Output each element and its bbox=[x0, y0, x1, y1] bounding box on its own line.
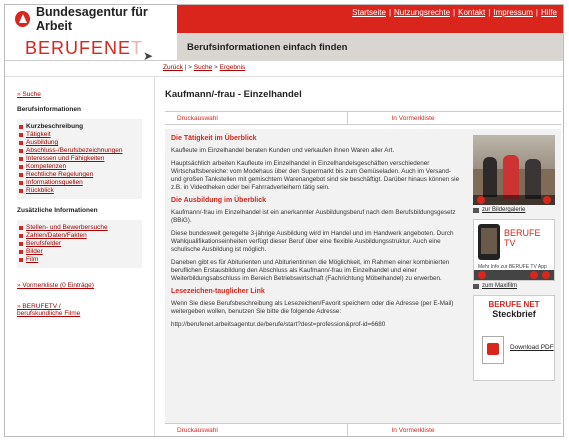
print-selection-link[interactable]: Druckauswahl bbox=[165, 424, 347, 436]
breadcrumb-bar: Zurück | > Suche > Ergebnis bbox=[5, 61, 563, 77]
pdf-icon[interactable] bbox=[482, 336, 504, 364]
topnav-impressum[interactable]: Impressum bbox=[493, 8, 533, 17]
sidebar: Suche Berufsinformationen Kurzbeschreibu… bbox=[5, 77, 155, 436]
paragraph: Hauptsächlich arbeiten Kaufleute im Einz… bbox=[171, 160, 460, 191]
breadcrumb: Zurück | > Suche > Ergebnis bbox=[163, 64, 246, 71]
sidebar-item-interessen[interactable]: Interessen und Fähigkeiten bbox=[19, 155, 140, 163]
action-bar-top: Druckauswahl In Vormerkliste bbox=[165, 111, 561, 125]
next-icon[interactable] bbox=[543, 196, 551, 204]
paragraph: Diese bundesweit geregelte 3-jährige Aus… bbox=[171, 230, 454, 253]
berufetv-logo: BERUFE TV bbox=[504, 228, 541, 248]
gallery-link[interactable]: zur Bildergalerie bbox=[473, 207, 555, 213]
agency-logo-icon bbox=[15, 11, 30, 27]
sidebar-item-rueckblick[interactable]: Rückblick bbox=[19, 187, 140, 195]
sidebar-list-zusaetzliche: Stellen- und Bewerbersuche Zahlen/Daten/… bbox=[17, 220, 142, 268]
sidebar-item-rechtliche-regelungen[interactable]: Rechtliche Regelungen bbox=[19, 171, 140, 179]
agency-logo[interactable]: Bundesagentur für Arbeit bbox=[5, 5, 177, 33]
sidebar-item-zahlen[interactable]: Zahlen/Daten/Fakten bbox=[19, 232, 140, 240]
agency-name: Bundesagentur für Arbeit bbox=[35, 5, 148, 33]
berufetv-promo[interactable]: BERUFE TV Mehr Info zur BERUFE TV App bbox=[473, 219, 555, 281]
sidebar-berufetv-link-line2[interactable]: berufskundliche Filme bbox=[17, 310, 154, 317]
page-title: Kaufmann/-frau - Einzelhandel bbox=[165, 89, 302, 100]
action-bar-bottom: Druckauswahl In Vormerkliste bbox=[165, 423, 562, 436]
camera-icon bbox=[473, 207, 479, 213]
film-icon bbox=[473, 283, 479, 289]
previous-icon[interactable] bbox=[477, 196, 485, 204]
top-navigation: Startseite | Nutzungsrechte | Kontakt | … bbox=[177, 5, 563, 33]
page-header: Bundesagentur für Arbeit Startseite | Nu… bbox=[5, 5, 563, 77]
sidebar-section-zusaetzliche: Zusätzliche Informationen bbox=[17, 207, 98, 214]
sidebar-item-bilder[interactable]: Bilder bbox=[19, 248, 140, 256]
sidebar-section-berufsinformationen: Berufsinformationen bbox=[17, 106, 81, 113]
phone-icon bbox=[478, 224, 500, 260]
topnav-nutzungsrechte[interactable]: Nutzungsrechte bbox=[394, 8, 450, 17]
steckbrief-box: BERUFE NET Steckbrief Download PDF bbox=[473, 295, 555, 381]
print-selection-link[interactable]: Druckauswahl bbox=[165, 112, 347, 124]
add-watchlist-link[interactable]: In Vormerkliste bbox=[346, 112, 562, 124]
description-panel: Die Tätigkeit im Überblick Kaufleute im … bbox=[165, 129, 561, 423]
sidebar-search-link[interactable]: Suche bbox=[17, 91, 154, 98]
paragraph: Wenn Sie diese Berufsbeschreibung als Le… bbox=[171, 300, 454, 315]
section-heading-ausbildung: Die Ausbildung im Überblick bbox=[171, 197, 267, 204]
main-content: Kaufmann/-frau - Einzelhandel Druckauswa… bbox=[159, 77, 563, 436]
browser-window: Bundesagentur für Arbeit Startseite | Nu… bbox=[4, 4, 564, 437]
paragraph: Daneben gibt es für Abiturienten und Abi… bbox=[171, 259, 450, 282]
download-pdf-link[interactable]: Download PDF bbox=[510, 344, 554, 352]
sidebar-item-abschluss[interactable]: Abschluss-/Berufsbezeichnungen bbox=[19, 147, 140, 155]
section-heading-taetigkeit: Die Tätigkeit im Überblick bbox=[171, 135, 257, 142]
sidebar-item-informationsquellen[interactable]: Informationsquellen bbox=[19, 179, 140, 187]
play-icon[interactable] bbox=[530, 271, 538, 279]
previous-icon[interactable] bbox=[478, 271, 486, 279]
add-watchlist-link[interactable]: In Vormerkliste bbox=[346, 424, 562, 436]
paragraph: Kaufmann/-frau im Einzelhandel ist ein a… bbox=[171, 209, 456, 224]
breadcrumb-results[interactable]: Ergebnis bbox=[220, 64, 246, 71]
topnav-kontakt[interactable]: Kontakt bbox=[458, 8, 485, 17]
photo-gallery-image[interactable] bbox=[473, 135, 555, 205]
maxifilm-link[interactable]: zum Maxifilm bbox=[473, 283, 555, 289]
sidebar-item-taetigkeit[interactable]: Tätigkeit bbox=[19, 131, 140, 139]
berufenet-logo[interactable]: BERUFENET bbox=[25, 38, 143, 58]
sidebar-item-berufsfelder[interactable]: Berufsfelder bbox=[19, 240, 140, 248]
sidebar-watchlist-link[interactable]: Vormerkliste (0 Einträge) bbox=[17, 282, 154, 289]
media-column: zur Bildergalerie BERUFE TV Mehr Info zu… bbox=[473, 135, 555, 381]
sidebar-item-film[interactable]: Film bbox=[19, 256, 140, 264]
page-heading: Berufsinformationen einfach finden bbox=[177, 33, 563, 61]
description-text: Die Tätigkeit im Überblick Kaufleute im … bbox=[171, 135, 461, 334]
sidebar-berufetv-link[interactable]: BERUFETV / bbox=[17, 303, 154, 310]
paragraph: Kaufleute im Einzelhandel beraten Kunden… bbox=[171, 147, 395, 154]
next-icon[interactable] bbox=[542, 271, 550, 279]
topnav-hilfe[interactable]: Hilfe bbox=[541, 8, 557, 17]
sidebar-list-berufsinformationen: Kurzbeschreibung Tätigkeit Ausbildung Ab… bbox=[17, 119, 142, 199]
sidebar-item-stellensuche[interactable]: Stellen- und Bewerbersuche bbox=[19, 224, 140, 232]
sidebar-item-ausbildung[interactable]: Ausbildung bbox=[19, 139, 140, 147]
section-heading-link: Lesezeichen-tauglicher Link bbox=[171, 288, 265, 295]
topnav-startseite[interactable]: Startseite bbox=[352, 8, 386, 17]
sidebar-item-kompetenzen[interactable]: Kompetenzen bbox=[19, 163, 140, 171]
permalink-url[interactable]: http://berufenet.arbeitsagentur.de/beruf… bbox=[171, 321, 461, 329]
sidebar-item-kurzbeschreibung[interactable]: Kurzbeschreibung bbox=[19, 123, 140, 131]
breadcrumb-search[interactable]: Suche bbox=[194, 64, 212, 71]
breadcrumb-back[interactable]: Zurück bbox=[163, 64, 183, 71]
